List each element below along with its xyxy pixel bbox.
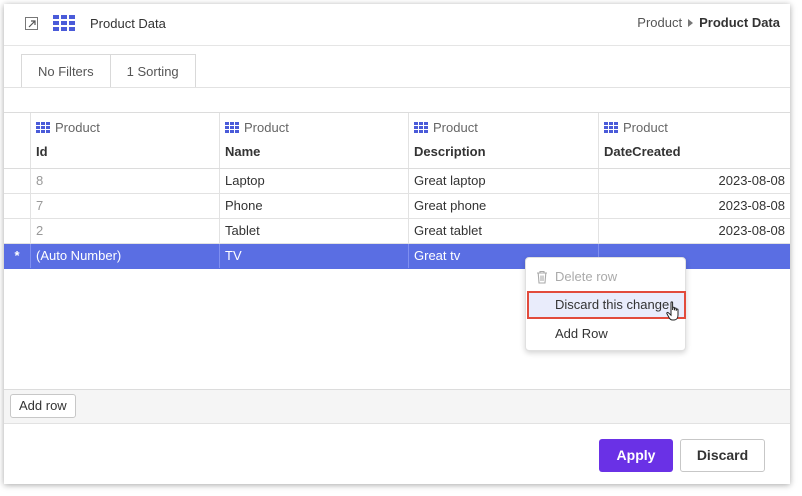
cell-id[interactable]: (Auto Number) — [30, 244, 219, 268]
menu-item-discard-change[interactable]: Discard this change — [527, 291, 686, 319]
trash-icon — [537, 270, 547, 284]
column-table-label: Product — [623, 120, 668, 135]
column-header-datecreated[interactable]: Product DateCreated — [598, 113, 790, 168]
tab-sorting[interactable]: 1 Sorting — [111, 55, 195, 87]
column-header-name[interactable]: Product Name — [219, 113, 408, 168]
column-header-id[interactable]: Product Id — [30, 113, 219, 168]
context-menu: Delete row Discard this change Add Row — [525, 257, 686, 351]
cell-name[interactable]: Phone — [219, 194, 408, 218]
grid-header-row: Product Id Product Name Product Descript… — [4, 113, 790, 169]
cell-id[interactable]: 7 — [30, 194, 219, 218]
cell-datecreated[interactable]: 2023-08-08 — [598, 169, 790, 193]
cell-name[interactable]: Laptop — [219, 169, 408, 193]
grid-footer: Add row — [4, 390, 790, 424]
menu-item-label: Add Row — [555, 326, 608, 341]
column-table-label: Product — [244, 120, 289, 135]
menu-item-label: Discard this change — [555, 297, 670, 312]
cell-datecreated[interactable]: 2023-08-08 — [598, 219, 790, 243]
expand-icon[interactable] — [25, 17, 38, 30]
row-header[interactable] — [4, 219, 30, 243]
discard-button[interactable]: Discard — [680, 439, 765, 472]
column-name: DateCreated — [604, 144, 681, 159]
column-name: Description — [414, 144, 486, 159]
breadcrumb: Product Product Data — [637, 15, 780, 30]
menu-item-label: Delete row — [555, 269, 618, 284]
cell-description[interactable]: Great phone — [408, 194, 598, 218]
apply-button[interactable]: Apply — [599, 439, 673, 472]
tab-no-filters[interactable]: No Filters — [22, 55, 111, 87]
cell-description[interactable]: Great tablet — [408, 219, 598, 243]
menu-item-delete-row[interactable]: Delete row — [526, 263, 687, 291]
page-title: Product Data — [90, 16, 166, 31]
cell-datecreated[interactable]: 2023-08-08 — [598, 194, 790, 218]
breadcrumb-item-current: Product Data — [699, 15, 780, 30]
cell-id[interactable]: 2 — [30, 219, 219, 243]
row-header[interactable] — [4, 194, 30, 218]
table-row[interactable]: 2 Tablet Great tablet 2023-08-08 — [4, 219, 790, 244]
filter-tabs: No Filters 1 Sorting — [21, 54, 196, 87]
table-row[interactable]: 7 Phone Great phone 2023-08-08 — [4, 194, 790, 219]
table-icon — [36, 122, 50, 133]
add-row-button[interactable]: Add row — [10, 394, 76, 418]
breadcrumb-separator-icon — [688, 18, 694, 27]
table-icon — [604, 122, 618, 133]
table-icon — [414, 122, 428, 133]
cell-name[interactable]: TV — [219, 244, 408, 268]
cell-id[interactable]: 8 — [30, 169, 219, 193]
menu-item-add-row[interactable]: Add Row — [526, 320, 687, 348]
divider — [4, 87, 790, 88]
table-icon — [225, 122, 239, 133]
cell-name[interactable]: Tablet — [219, 219, 408, 243]
column-name: Id — [36, 144, 48, 159]
new-row-marker: * — [14, 248, 20, 263]
product-data-window: Product Data Product Product Data No Fil… — [4, 4, 790, 484]
hand-cursor-icon — [666, 301, 679, 321]
column-table-label: Product — [433, 120, 478, 135]
table-grid-icon — [53, 15, 75, 31]
table-row[interactable]: 8 Laptop Great laptop 2023-08-08 — [4, 169, 790, 194]
column-header-description[interactable]: Product Description — [408, 113, 598, 168]
column-table-label: Product — [55, 120, 100, 135]
header: Product Data Product Product Data — [4, 4, 790, 46]
cell-description[interactable]: Great laptop — [408, 169, 598, 193]
row-header[interactable] — [4, 169, 30, 193]
breadcrumb-item-product[interactable]: Product — [637, 15, 682, 30]
column-name: Name — [225, 144, 261, 159]
